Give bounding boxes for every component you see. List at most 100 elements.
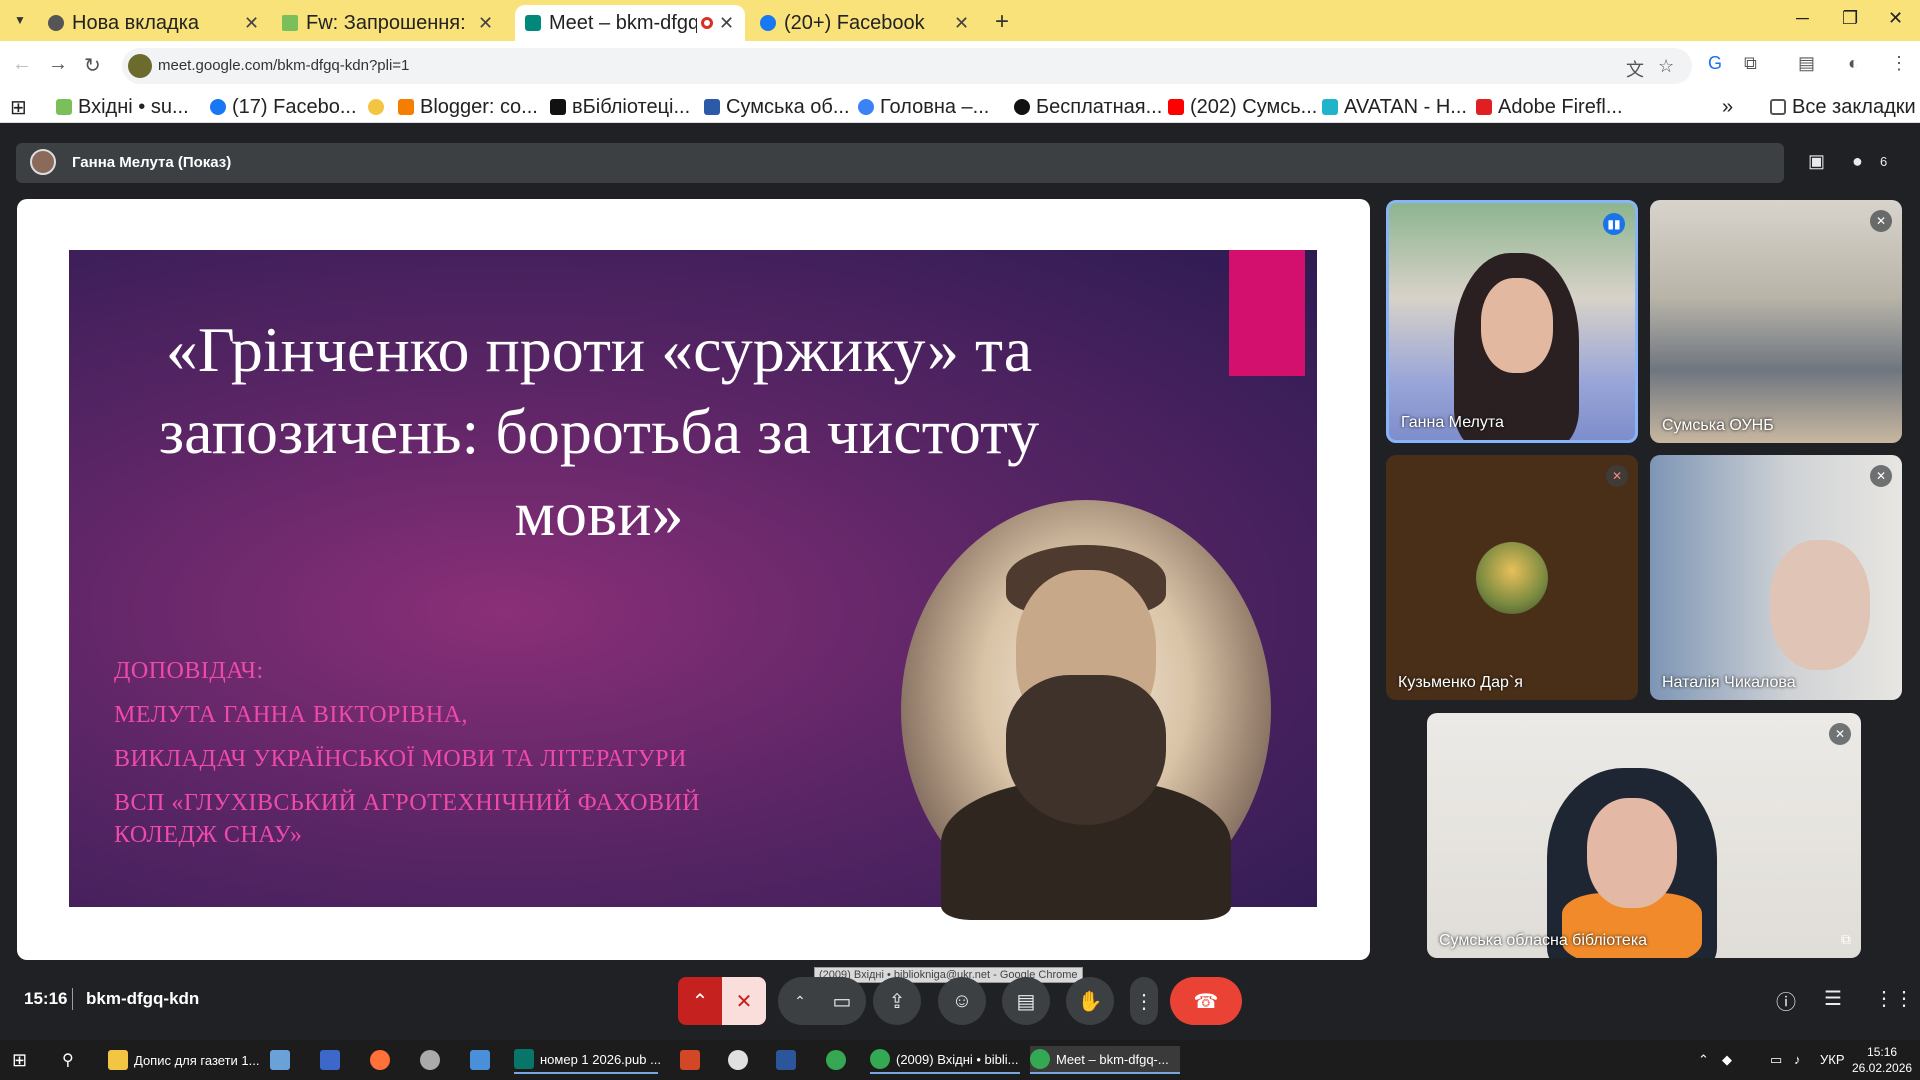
bookmark-label: (202) Сумсь... xyxy=(1190,95,1318,118)
info-icon[interactable]: ⓘ xyxy=(1776,986,1796,1015)
back-button[interactable]: ← xyxy=(12,53,32,76)
menu-icon[interactable]: ⋮ xyxy=(1890,53,1908,74)
search-icon[interactable]: ⚲ xyxy=(62,1046,74,1074)
tiktok-icon xyxy=(550,99,566,115)
word-icon xyxy=(776,1050,796,1070)
clock-date: 26.02.2026 xyxy=(1852,1061,1913,1075)
taskbar-label: (2009) Вхідні • bibli... xyxy=(896,1051,1019,1067)
language-indicator[interactable]: УКР xyxy=(1820,1052,1845,1067)
camera-off-icon[interactable]: ▣ xyxy=(1808,151,1825,172)
taskbar-pin[interactable] xyxy=(776,1046,802,1074)
taskbar-item-explorer[interactable]: Допис для газети 1... xyxy=(108,1046,259,1074)
clock[interactable]: 15:16 26.02.2026 xyxy=(1852,1044,1912,1076)
bookmark-tiktok[interactable]: вБібліотеці... xyxy=(550,95,690,119)
bookmark-youtube[interactable]: (202) Сумсь... xyxy=(1168,95,1317,119)
network-icon[interactable]: ▭ xyxy=(1770,1052,1782,1068)
browser-toolbar: ← → ↻ meet.google.com/bkm-dfgq-kdn?pli=1… xyxy=(0,41,1920,91)
camera-toggle-button[interactable]: ⌃ ▭ xyxy=(778,977,866,1025)
more-bookmarks-icon[interactable]: » xyxy=(1722,95,1733,119)
taskbar-pin[interactable] xyxy=(728,1046,754,1074)
raise-hand-button[interactable]: ✋ xyxy=(1066,977,1114,1025)
participant-tile[interactable]: ✕ Кузьменко Дар`я xyxy=(1386,455,1638,700)
chevron-up-icon[interactable]: ⌃ xyxy=(780,993,820,1010)
bookmark-free[interactable]: Бесплатная... xyxy=(1014,95,1162,119)
extensions-icon[interactable]: ⧉ xyxy=(1744,53,1757,74)
shield-icon[interactable]: ◆ xyxy=(1722,1052,1732,1068)
participant-tile[interactable]: ▮▮ Ганна Мелута xyxy=(1386,200,1638,443)
close-tab-icon[interactable]: ✕ xyxy=(954,13,970,34)
chevron-up-icon[interactable]: ⌃ xyxy=(678,989,722,1014)
reactions-button[interactable]: ☺ xyxy=(938,977,986,1025)
taskbar-item-chrome-meet[interactable]: Meet – bkm-dfgq-... xyxy=(1030,1046,1180,1074)
taskbar-pin[interactable] xyxy=(270,1046,296,1074)
publisher-icon xyxy=(514,1049,534,1069)
minimize-button[interactable]: ─ xyxy=(1796,8,1809,29)
side-panel-icon[interactable]: ▤ xyxy=(1798,53,1815,74)
translate-icon[interactable]: 文 xyxy=(1626,56,1644,82)
meet-icon xyxy=(525,15,541,31)
tab-facebook[interactable]: (20+) Facebook ✕ xyxy=(750,5,980,41)
all-bookmarks[interactable]: Все закладки xyxy=(1770,95,1916,119)
forward-button[interactable]: → xyxy=(48,53,68,76)
pip-icon[interactable]: ⧉ xyxy=(1841,931,1851,948)
tab-meet[interactable]: Meet – bkm-dfgq ✕ xyxy=(515,5,745,41)
activities-icon[interactable]: ⋮⋮ xyxy=(1874,986,1914,1011)
bookmark-label: Blogger: co... xyxy=(420,95,538,118)
taskbar-pin[interactable] xyxy=(320,1046,346,1074)
captions-button[interactable]: ▤ xyxy=(1002,977,1050,1025)
profile-icon[interactable]: ◐ xyxy=(1848,53,1859,74)
more-options-button[interactable]: ⋮ xyxy=(1130,977,1158,1025)
tab-mail[interactable]: Fw: Запрошення: K ✕ xyxy=(272,5,504,41)
star-icon[interactable]: ☆ xyxy=(1658,56,1674,77)
close-tab-icon[interactable]: ✕ xyxy=(478,13,494,34)
present-button[interactable]: ⇪ xyxy=(873,977,921,1025)
bookmark-avatan[interactable]: AVATAN - Н... xyxy=(1322,95,1467,119)
participant-name: Наталія Чикалова xyxy=(1662,674,1796,691)
presentation-frame: «Грінченко проти «суржику» та запозичень… xyxy=(17,199,1370,983)
close-tab-icon[interactable]: ✕ xyxy=(244,13,260,34)
participant-tile[interactable]: ✕ Сумська ОУНБ xyxy=(1650,200,1902,443)
windows-start-icon[interactable]: ⊞ xyxy=(12,1046,27,1074)
close-tab-icon[interactable]: ✕ xyxy=(719,13,735,34)
address-bar[interactable]: meet.google.com/bkm-dfgq-kdn?pli=1 文 ☆ xyxy=(122,48,1692,84)
participant-tile[interactable]: ✕ Наталія Чикалова xyxy=(1650,455,1902,700)
site-info-icon[interactable] xyxy=(128,54,152,78)
apps-icon[interactable]: ⊞ xyxy=(10,95,27,119)
taskbar-pin[interactable] xyxy=(370,1046,396,1074)
taskbar-pin[interactable] xyxy=(420,1046,446,1074)
app-icon xyxy=(728,1050,748,1070)
presenter-bar: Ганна Мелута (Показ) xyxy=(16,143,1784,183)
slide-title-line: запозичень: боротьба за чистоту xyxy=(158,396,1040,467)
close-window-button[interactable]: ✕ xyxy=(1888,8,1903,29)
bookmark-home[interactable]: Головна –... xyxy=(858,95,989,119)
mic-toggle-button[interactable]: ⌃ ✕ xyxy=(678,977,766,1025)
taskbar-pin[interactable] xyxy=(826,1046,852,1074)
new-tab-button[interactable]: + xyxy=(995,8,1009,36)
participant-name: Сумська ОУНБ xyxy=(1662,417,1774,434)
volume-icon[interactable]: ♪ xyxy=(1794,1052,1801,1067)
taskbar-item-chrome-mail[interactable]: (2009) Вхідні • bibli... xyxy=(870,1046,1020,1074)
tab-title: (20+) Facebook xyxy=(784,11,925,34)
restore-button[interactable]: ❐ xyxy=(1842,8,1858,29)
taskbar-pin[interactable] xyxy=(470,1046,496,1074)
reload-button[interactable]: ↻ xyxy=(84,53,101,78)
taskbar-item-publisher[interactable]: номер 1 2026.pub ... xyxy=(514,1046,661,1074)
bookmark-spacer[interactable] xyxy=(368,95,390,119)
translate-extension-icon[interactable]: G xyxy=(1708,53,1722,74)
chat-icon[interactable]: ☰ xyxy=(1824,986,1842,1011)
bookmark-blogger[interactable]: Blogger: co... xyxy=(398,95,538,119)
speaking-indicator-icon: ▮▮ xyxy=(1603,213,1625,235)
taskbar-pin[interactable] xyxy=(680,1046,706,1074)
participants-icon[interactable]: ● xyxy=(1852,151,1863,172)
tab-new[interactable]: Нова вкладка ✕ xyxy=(38,5,270,41)
chevron-up-icon[interactable]: ⌃ xyxy=(1698,1052,1709,1068)
bookmark-facebook[interactable]: (17) Facebo... xyxy=(210,95,357,119)
tab-search-button[interactable]: ▼ xyxy=(8,8,32,32)
participant-tile[interactable]: ✕ Сумська обласна бібліотека ⧉ xyxy=(1427,713,1861,958)
bookmark-firefly[interactable]: Adobe Firefl... xyxy=(1476,95,1623,119)
speaker-org: КОЛЕДЖ СНАУ» xyxy=(114,822,303,848)
bookmark-sumska[interactable]: Сумська об... xyxy=(704,95,850,119)
bookmark-inbox[interactable]: Вхідні • su... xyxy=(56,95,189,119)
chrome-icon xyxy=(1030,1049,1050,1069)
leave-call-button[interactable]: ☎ xyxy=(1170,977,1242,1025)
